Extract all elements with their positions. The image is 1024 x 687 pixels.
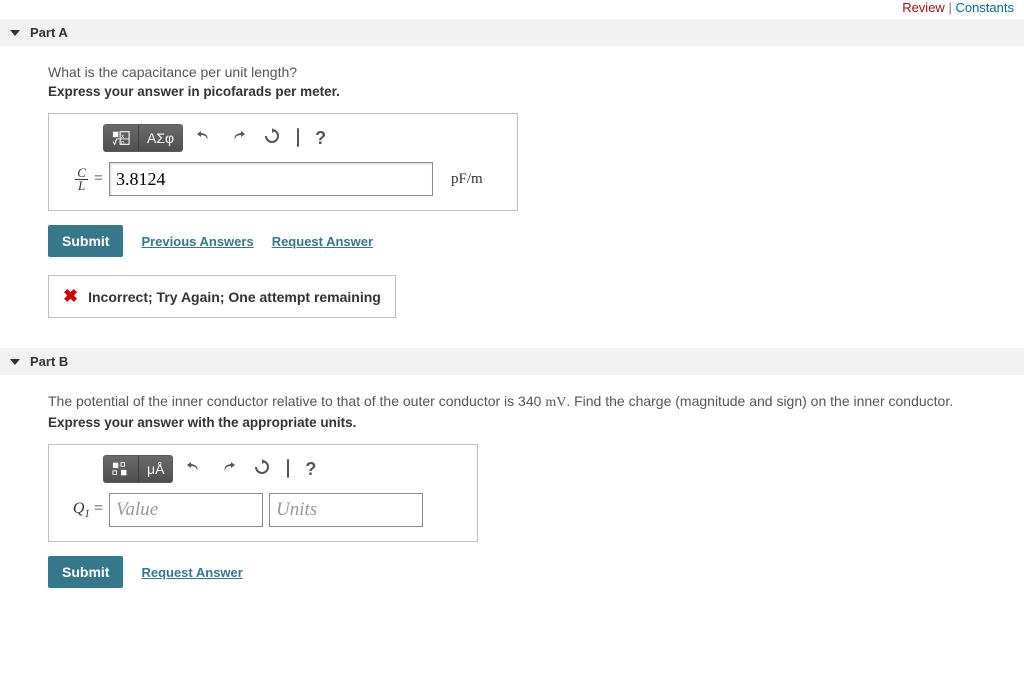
- incorrect-icon: ✖: [63, 286, 78, 307]
- part-b-request-answer-link[interactable]: Request Answer: [141, 565, 242, 580]
- part-a-instruct: Express your answer in picofarads per me…: [48, 84, 1014, 99]
- help-button[interactable]: ?: [301, 457, 320, 482]
- top-links: Review | Constants: [0, 0, 1024, 15]
- templates-icon: xn: [112, 130, 130, 146]
- part-b-instruct: Express your answer with the appropriate…: [48, 415, 1014, 430]
- part-b-buttons: Submit Request Answer: [48, 556, 1014, 588]
- part-b-answer-box: μÅ ? Q1 = Value Units: [48, 444, 478, 542]
- part-a-request-answer-link[interactable]: Request Answer: [272, 234, 373, 249]
- undo-button[interactable]: [181, 457, 207, 482]
- part-a-buttons: Submit Previous Answers Request Answer: [48, 225, 1014, 257]
- constants-link[interactable]: Constants: [955, 0, 1014, 15]
- redo-icon: [219, 459, 237, 475]
- review-link[interactable]: Review: [902, 0, 945, 15]
- reset-button[interactable]: [259, 126, 285, 151]
- part-b-submit-button[interactable]: Submit: [48, 556, 123, 588]
- undo-icon: [185, 459, 203, 475]
- reset-icon: [253, 459, 271, 475]
- keyboard-icon: [287, 459, 289, 478]
- redo-icon: [229, 128, 247, 144]
- feedback-text: Incorrect; Try Again; One attempt remain…: [88, 289, 381, 305]
- units-button[interactable]: μÅ: [139, 456, 172, 482]
- part-b-title: Part B: [30, 354, 68, 369]
- part-a-feedback: ✖ Incorrect; Try Again; One attempt rema…: [48, 275, 396, 318]
- svg-text:n: n: [121, 139, 125, 146]
- part-a-title: Part A: [30, 25, 68, 40]
- undo-icon: [195, 128, 213, 144]
- format-group: xn ΑΣφ: [103, 124, 183, 152]
- part-b-value-input[interactable]: Value: [109, 493, 263, 527]
- part-a-answer-box: xn ΑΣφ ? CL = pF/m: [48, 113, 518, 211]
- help-button[interactable]: ?: [311, 126, 330, 151]
- caret-down-icon: [10, 359, 20, 365]
- part-a-submit-button[interactable]: Submit: [48, 225, 123, 257]
- caret-down-icon: [10, 30, 20, 36]
- undo-button[interactable]: [191, 126, 217, 151]
- templates-button[interactable]: xn: [104, 125, 139, 151]
- keyboard-button[interactable]: [283, 458, 293, 480]
- part-a-question: What is the capacitance per unit length?: [48, 64, 1014, 80]
- greek-button[interactable]: ΑΣφ: [139, 125, 182, 151]
- part-a-unit: pF/m: [451, 171, 483, 188]
- part-a-answer-row: CL = pF/m: [63, 162, 503, 196]
- keyboard-button[interactable]: [293, 127, 303, 149]
- part-a-value-input[interactable]: [109, 162, 433, 196]
- part-b-toolbar: μÅ ?: [103, 455, 463, 483]
- reset-icon: [263, 128, 281, 144]
- templates-icon: [112, 461, 130, 477]
- redo-button[interactable]: [215, 457, 241, 482]
- part-a-header[interactable]: Part A: [0, 19, 1024, 46]
- part-b-units-input[interactable]: Units: [269, 493, 423, 527]
- reset-button[interactable]: [249, 457, 275, 482]
- part-a-variable: CL =: [63, 167, 103, 191]
- redo-button[interactable]: [225, 126, 251, 151]
- templates-button[interactable]: [104, 456, 139, 482]
- keyboard-icon: [297, 128, 299, 147]
- part-b-question: The potential of the inner conductor rel…: [48, 393, 1014, 411]
- part-a-toolbar: xn ΑΣφ ?: [103, 124, 503, 152]
- part-b-header[interactable]: Part B: [0, 348, 1024, 375]
- part-b-body: The potential of the inner conductor rel…: [0, 375, 1024, 598]
- part-b-answer-row: Q1 = Value Units: [63, 493, 463, 527]
- format-group-b: μÅ: [103, 455, 173, 483]
- separator: |: [948, 0, 951, 15]
- part-a-prev-answers-link[interactable]: Previous Answers: [141, 234, 253, 249]
- part-b-variable: Q1 =: [63, 500, 103, 520]
- part-a-body: What is the capacitance per unit length?…: [0, 46, 1024, 328]
